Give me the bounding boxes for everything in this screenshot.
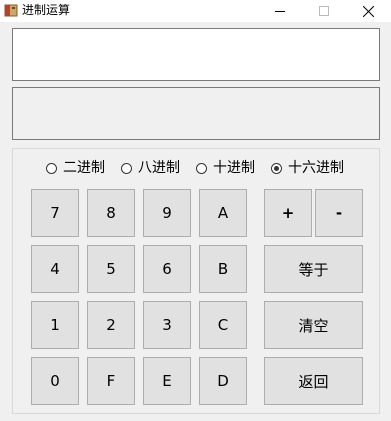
window-title: 进制运算 (22, 3, 71, 17)
radio-label-octal: 八进制 (138, 160, 180, 176)
key-d[interactable]: D (199, 357, 247, 405)
clear-button[interactable]: 清空 (264, 301, 363, 349)
key-a[interactable]: A (199, 189, 247, 237)
key-6[interactable]: 6 (143, 245, 191, 293)
key-4[interactable]: 4 (31, 245, 79, 293)
key-5[interactable]: 5 (87, 245, 135, 293)
input-field[interactable] (12, 28, 380, 81)
key-9[interactable]: 9 (143, 189, 191, 237)
radio-octal[interactable]: 八进制 (121, 160, 180, 176)
minus-button[interactable]: - (315, 189, 363, 237)
radio-circle (121, 162, 132, 174)
close-icon (362, 5, 374, 17)
key-f[interactable]: F (87, 357, 135, 405)
key-2[interactable]: 2 (87, 301, 135, 349)
radio-circle (196, 162, 207, 174)
radio-decimal[interactable]: 十进制 (196, 160, 255, 176)
title-bar: 进制运算 (0, 0, 391, 22)
key-7[interactable]: 7 (31, 189, 79, 237)
plus-button[interactable]: + (264, 189, 312, 237)
radio-binary[interactable]: 二进制 (46, 160, 105, 176)
maximize-button[interactable] (301, 0, 347, 22)
back-button[interactable]: 返回 (264, 357, 363, 405)
minimize-button[interactable] (257, 0, 303, 22)
maximize-icon (319, 6, 329, 16)
key-0[interactable]: 0 (31, 357, 79, 405)
radio-circle (46, 162, 57, 174)
radio-label-decimal: 十进制 (213, 160, 255, 176)
key-1[interactable]: 1 (31, 301, 79, 349)
equals-button[interactable]: 等于 (264, 245, 363, 293)
result-field[interactable] (12, 87, 380, 140)
key-b[interactable]: B (199, 245, 247, 293)
radio-circle-selected (271, 162, 282, 174)
minimize-icon (275, 11, 285, 12)
key-3[interactable]: 3 (143, 301, 191, 349)
close-button[interactable] (345, 0, 391, 22)
key-8[interactable]: 8 (87, 189, 135, 237)
key-c[interactable]: C (199, 301, 247, 349)
app-icon (4, 4, 18, 17)
radio-label-hex: 十六进制 (288, 160, 344, 176)
radio-hex[interactable]: 十六进制 (271, 160, 344, 176)
key-e[interactable]: E (143, 357, 191, 405)
radio-label-binary: 二进制 (63, 160, 105, 176)
